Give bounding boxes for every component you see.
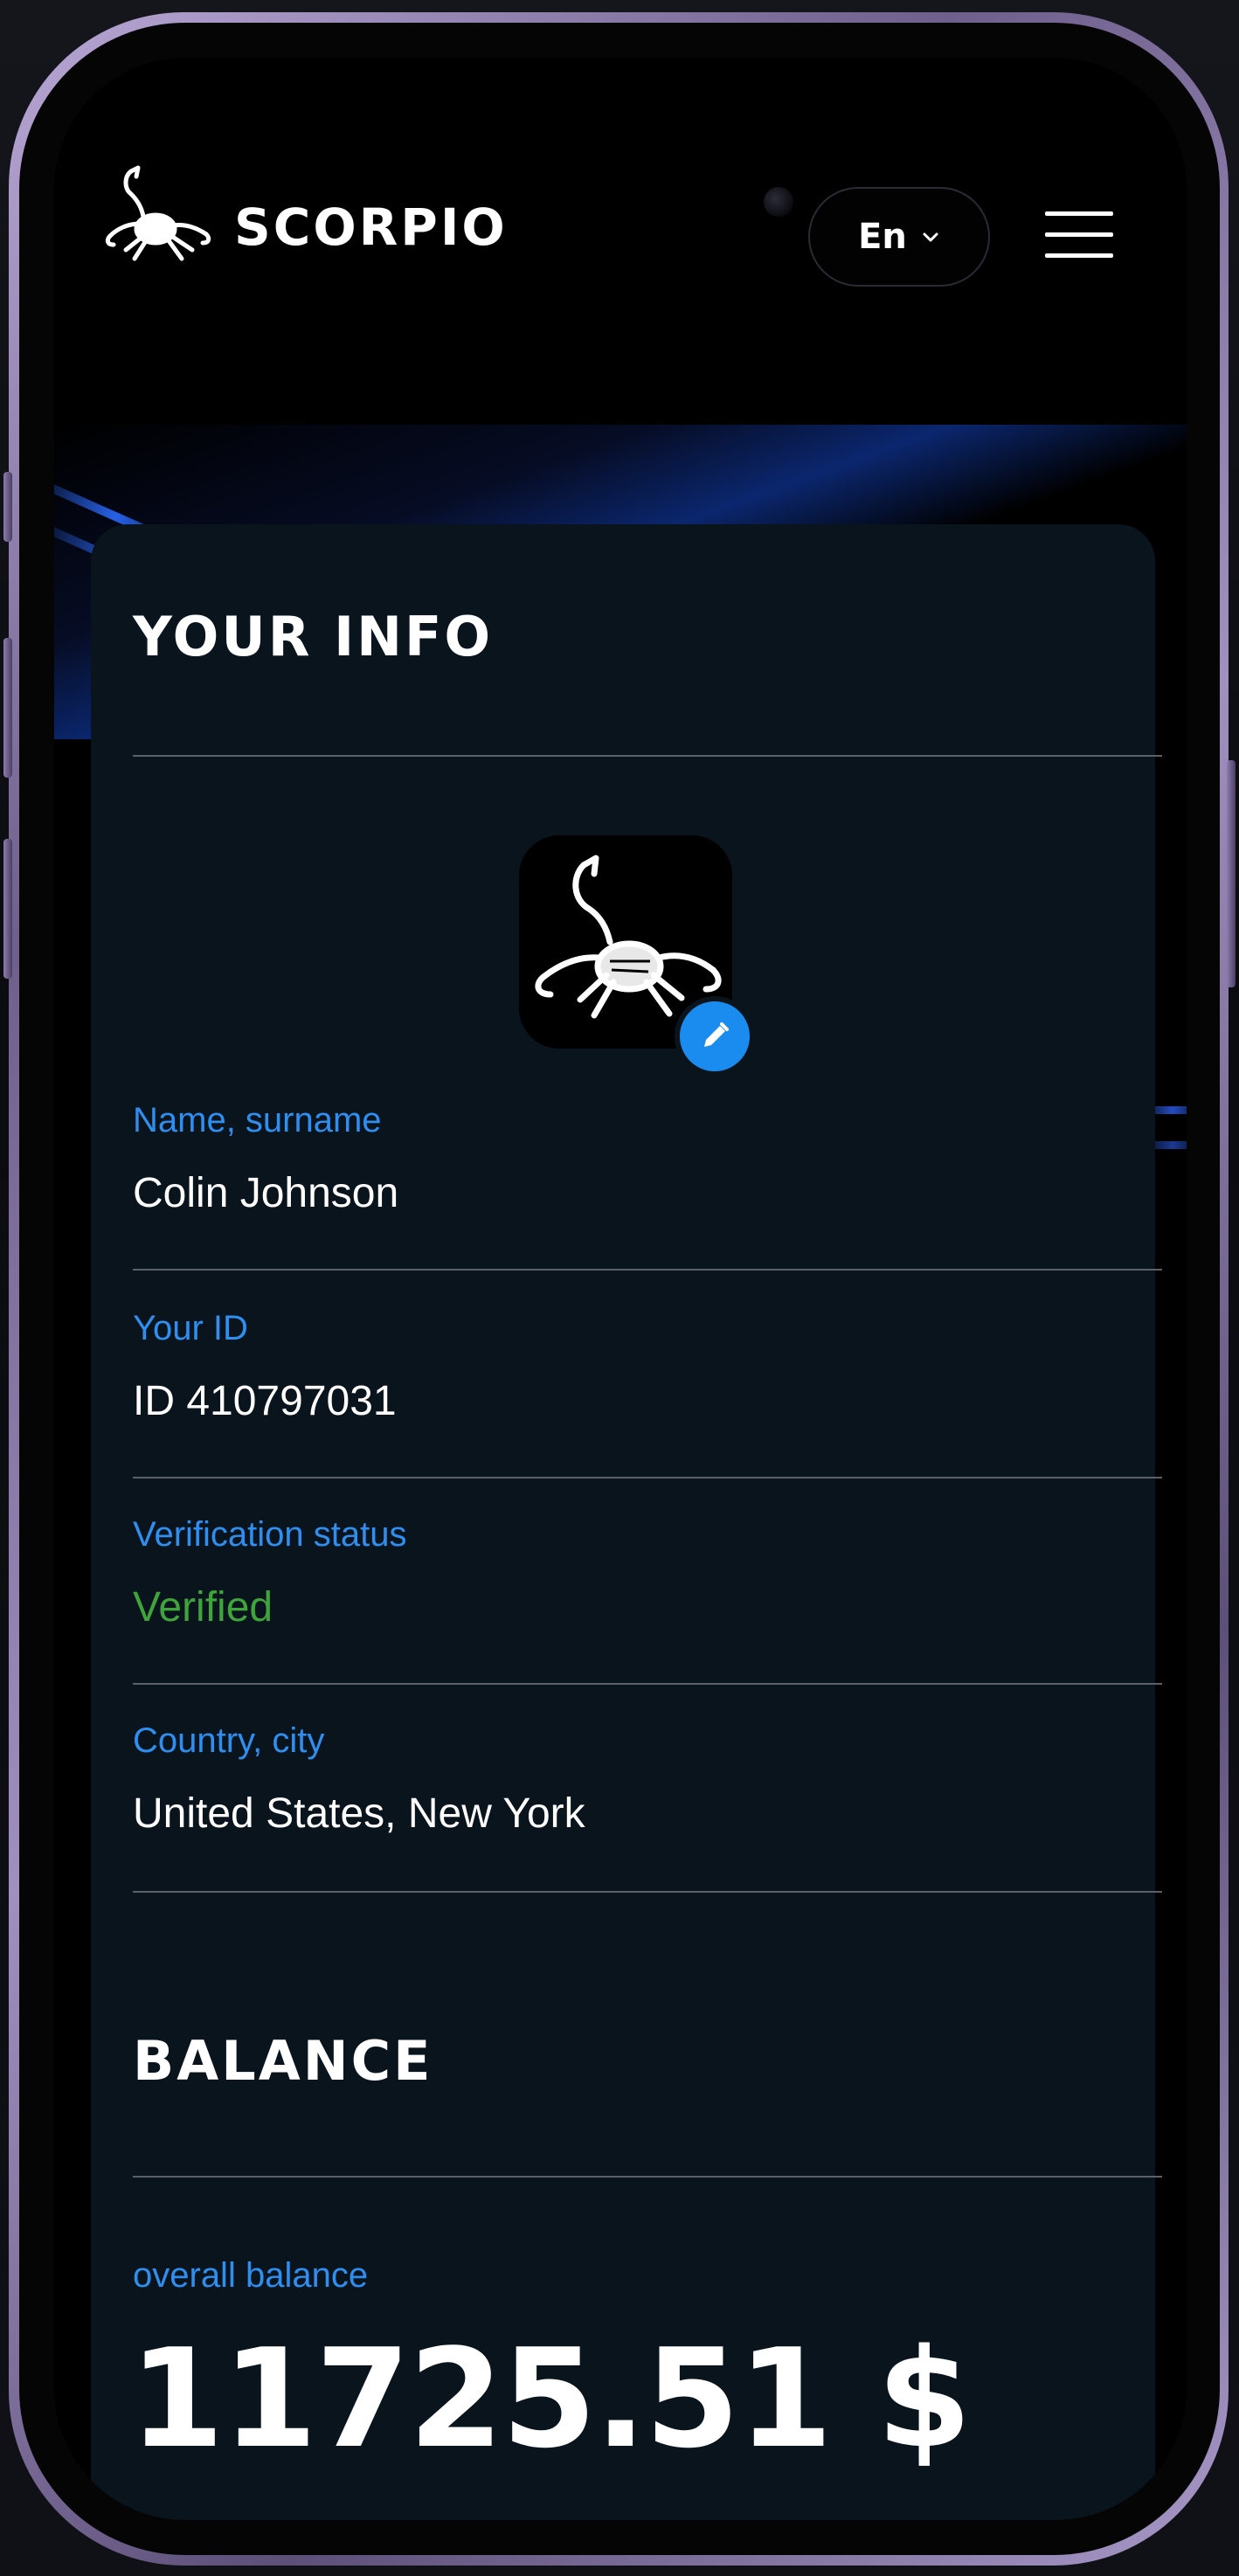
menu-line	[1045, 253, 1113, 258]
dynamic-island	[452, 99, 784, 195]
name-label: Name, surname	[133, 1101, 382, 1139]
divider	[133, 1683, 1162, 1685]
chevron-down-icon	[923, 232, 938, 242]
pencil-icon	[704, 1022, 729, 1047]
verification-label: Verification status	[133, 1515, 407, 1554]
location-label: Country, city	[133, 1721, 325, 1760]
id-label: Your ID	[133, 1309, 248, 1347]
scorpion-logo-icon[interactable]	[105, 163, 215, 273]
overall-balance-value: 11725.51 $	[129, 2319, 972, 2478]
menu-line	[1045, 211, 1113, 216]
phone-screen: SCORPIO En YOUR INFO Name, surname Colin…	[54, 58, 1187, 2520]
divider	[133, 755, 1162, 757]
language-label: En	[858, 217, 907, 257]
side-button-right	[1227, 760, 1236, 987]
divider	[133, 1891, 1162, 1893]
your-info-title: YOUR INFO	[133, 605, 494, 668]
side-button-left-3	[3, 839, 12, 979]
hamburger-menu-icon[interactable]	[1045, 211, 1115, 260]
edit-avatar-button[interactable]	[675, 996, 755, 1077]
name-value: Colin Johnson	[133, 1170, 399, 1216]
camera-icon	[764, 187, 793, 217]
profile-card: YOUR INFO Name, surname Colin Johnson Yo…	[91, 524, 1162, 2520]
divider	[133, 1269, 1162, 1271]
menu-line	[1045, 232, 1113, 237]
location-value: United States, New York	[133, 1790, 585, 1837]
verification-status: Verified	[133, 1584, 273, 1631]
divider	[133, 2176, 1162, 2178]
balance-title: BALANCE	[133, 2029, 433, 2093]
side-button-left-1	[3, 472, 12, 542]
divider	[133, 1477, 1162, 1478]
language-selector[interactable]: En	[808, 187, 990, 287]
side-button-left-2	[3, 638, 12, 778]
id-value: ID 410797031	[133, 1378, 397, 1424]
overall-balance-label: overall balance	[133, 2256, 369, 2295]
brand-name[interactable]: SCORPIO	[234, 197, 508, 257]
